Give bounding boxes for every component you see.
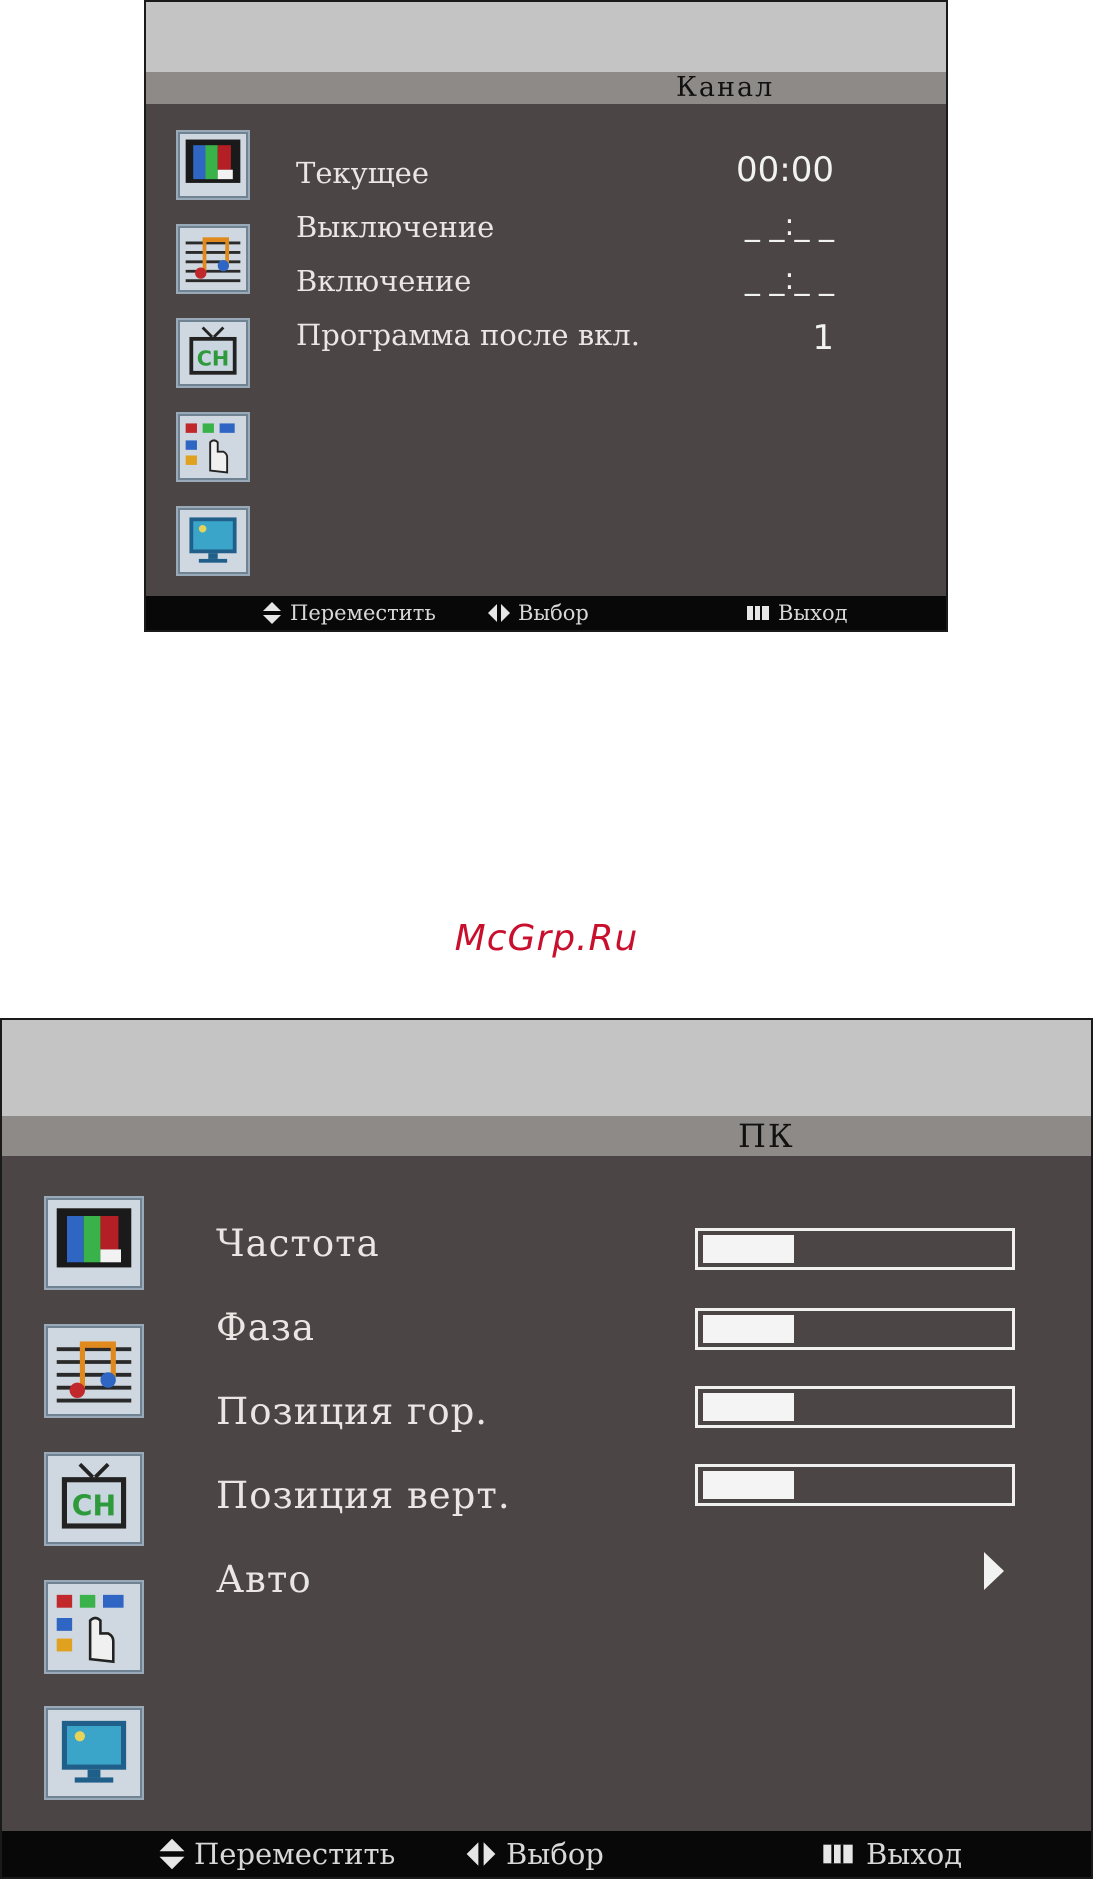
- row-label: Позиция верт.: [216, 1474, 511, 1517]
- menu-row-phase[interactable]: Фаза: [216, 1306, 315, 1349]
- menu-row-v-position[interactable]: Позиция верт.: [216, 1474, 511, 1517]
- menu-title: Канал: [146, 72, 946, 104]
- row-label: Программа после вкл.: [296, 318, 640, 352]
- audio-icon[interactable]: [44, 1324, 144, 1418]
- osd-footer: Переместить Выбор Выход: [2, 1831, 1091, 1877]
- pc-monitor-icon[interactable]: [44, 1706, 144, 1800]
- menu-title-text: ПК: [738, 1117, 795, 1155]
- footer-select: Выбор: [464, 1831, 604, 1877]
- osd-top-bar: [146, 2, 946, 72]
- menu-row-power-on-program[interactable]: Программа после вкл.: [296, 318, 640, 352]
- right-arrow-icon[interactable]: [982, 1550, 1006, 1592]
- row-label: Фаза: [216, 1306, 316, 1349]
- slider-fill: [703, 1393, 794, 1421]
- function-icon[interactable]: [176, 412, 250, 482]
- footer-select: Выбор: [486, 596, 589, 630]
- pc-monitor-icon[interactable]: [176, 506, 250, 576]
- osd-top-bar: [2, 1020, 1091, 1116]
- row-label: Позиция гор.: [216, 1390, 489, 1433]
- slider-fill: [703, 1315, 794, 1343]
- menu-row-auto[interactable]: Авто: [216, 1558, 312, 1601]
- menu-row-current[interactable]: Текущее: [296, 156, 429, 190]
- row-value-on-time: _ _:_ _: [744, 262, 834, 297]
- channel-icon[interactable]: CH: [176, 318, 250, 388]
- row-label: Частота: [216, 1222, 380, 1265]
- phase-slider[interactable]: [695, 1308, 1015, 1350]
- footer-move: Переместить: [158, 1831, 395, 1877]
- slider-fill: [703, 1471, 794, 1499]
- function-icon[interactable]: [44, 1580, 144, 1674]
- left-right-arrows-icon: [466, 1842, 496, 1866]
- h-position-slider[interactable]: [695, 1386, 1015, 1428]
- row-label: Авто: [216, 1558, 312, 1601]
- osd-footer: Переместить Выбор Выход: [146, 596, 946, 630]
- osd-menu-pc: ПК CH Частота Фаза Позиция гор. Позиция …: [0, 1018, 1093, 1879]
- picture-icon[interactable]: [44, 1196, 144, 1290]
- footer-move: Переместить: [262, 596, 436, 630]
- channel-icon[interactable]: CH: [44, 1452, 144, 1546]
- row-label: Выключение: [296, 210, 495, 244]
- up-down-arrows-icon: [263, 602, 281, 624]
- menu-key-icon: [823, 1844, 853, 1864]
- footer-exit: Выход: [746, 596, 848, 630]
- up-down-arrows-icon: [159, 1838, 185, 1870]
- v-position-slider[interactable]: [695, 1464, 1015, 1506]
- menu-title-text: Канал: [676, 72, 775, 103]
- menu-row-frequency[interactable]: Частота: [216, 1222, 380, 1265]
- row-value-current: 00:00: [736, 150, 834, 190]
- row-label: Текущее: [296, 156, 429, 190]
- left-right-arrows-icon: [488, 604, 510, 622]
- footer-exit: Выход: [822, 1831, 962, 1877]
- frequency-slider[interactable]: [695, 1228, 1015, 1270]
- svg-text:CH: CH: [72, 1490, 116, 1523]
- row-value-off-time: _ _:_ _: [744, 208, 834, 243]
- svg-text:CH: CH: [197, 346, 230, 370]
- row-label: Включение: [296, 264, 472, 298]
- menu-key-icon: [747, 606, 769, 620]
- picture-icon[interactable]: [176, 130, 250, 200]
- menu-row-on-time[interactable]: Включение: [296, 264, 471, 298]
- menu-row-off-time[interactable]: Выключение: [296, 210, 494, 244]
- row-value-power-on-program: 1: [812, 318, 834, 358]
- osd-menu-channel: Канал CH Текущее 00:00 Выключение _ _:_ …: [144, 0, 948, 632]
- audio-icon[interactable]: [176, 224, 250, 294]
- menu-title: ПК: [2, 1116, 1091, 1156]
- slider-fill: [703, 1235, 794, 1263]
- menu-row-h-position[interactable]: Позиция гор.: [216, 1390, 488, 1433]
- watermark: McGrp.Ru: [454, 918, 639, 959]
